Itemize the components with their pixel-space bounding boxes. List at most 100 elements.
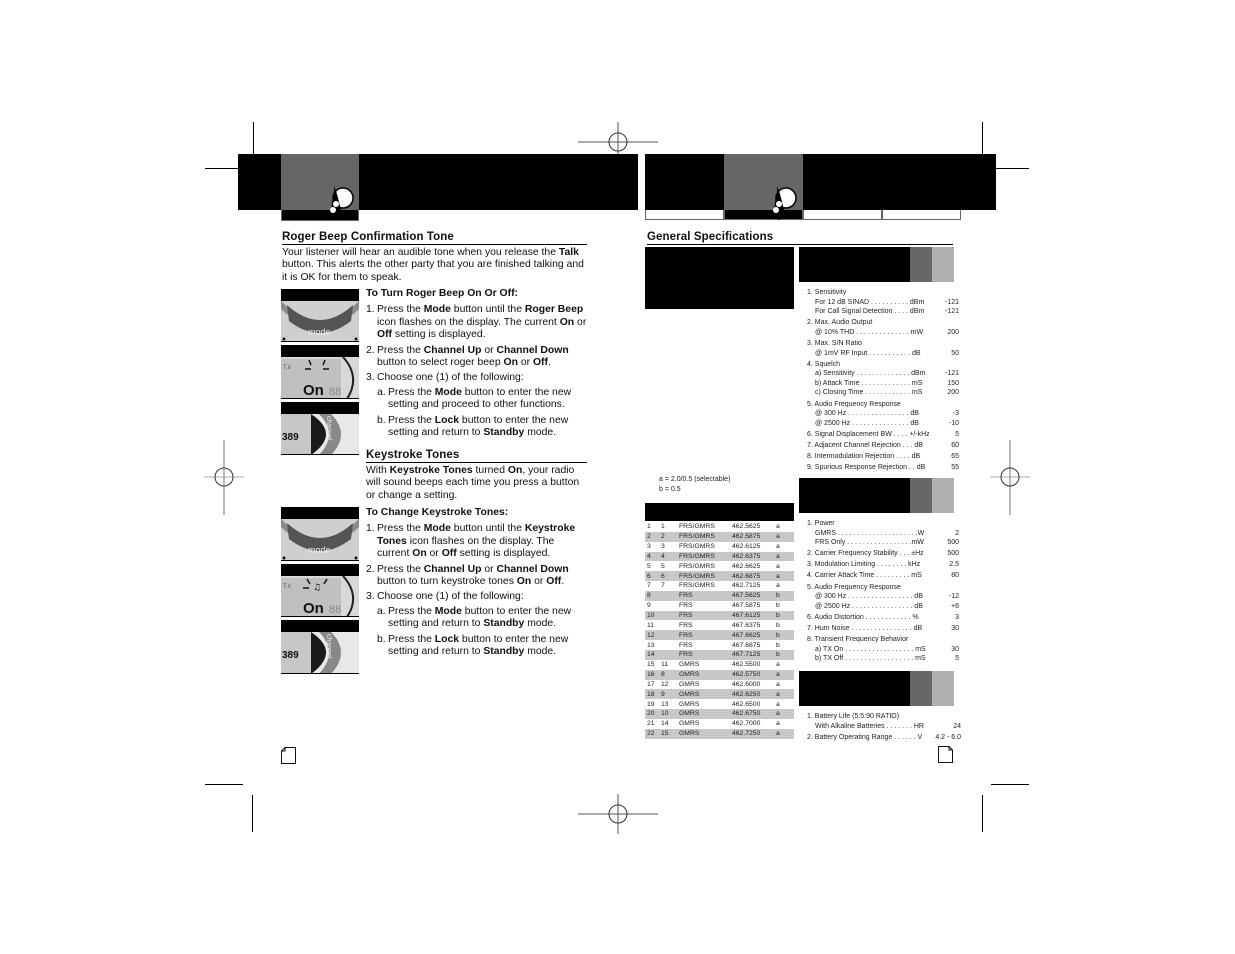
bold-term: On: [516, 576, 532, 588]
spec-value: -10: [948, 419, 959, 427]
channel-row: 12 FRS 467.6625 b: [645, 630, 794, 641]
spec-label: b) Attack Time . . . . . . . . . . . . .…: [815, 379, 923, 387]
text-run: button. This alerts the other party that…: [282, 259, 584, 283]
svg-text:T.ıl: T.ıl: [283, 584, 291, 590]
right-header-tabs: [645, 210, 961, 220]
gmrs-channel: 13: [661, 700, 669, 708]
spec-item: 7. Adjacent Channel Rejection . . . dB 60: [807, 441, 959, 451]
frequency-mhz: 462.7000: [732, 720, 761, 728]
spec-value: 30: [951, 624, 959, 632]
spec-label: @ 2500 Hz . . . . . . . . . . . . . . . …: [815, 419, 919, 427]
bold-term: Lock: [434, 414, 460, 426]
bandwidth-code: a: [774, 669, 794, 680]
spec-row: 3. Modulation Limiting . . . . . . . . k…: [807, 560, 959, 570]
spec-item: 8. Transient Frequency Behavior a) TX On …: [807, 635, 959, 664]
gmrs-channel: 12: [661, 680, 669, 688]
spec-row: 6. Signal Displacement BW . . . . +/-kHz…: [807, 430, 959, 440]
bandwidth-code: b: [774, 590, 794, 601]
spec-label: a) TX On . . . . . . . . . . . . . . . .…: [815, 645, 926, 653]
gmrs-channel: 15: [659, 728, 677, 739]
step-number: 3.: [366, 591, 375, 603]
frequency-mhz: 467.5875: [732, 602, 761, 610]
channel-row: 16 8 GMRS 462.5750 a: [645, 669, 794, 680]
text-run: Press the: [388, 605, 435, 617]
channel-number: 11: [647, 621, 655, 629]
receiver-specs-header: [799, 247, 954, 282]
svg-text:T.ıl: T.ıl: [283, 365, 291, 371]
channel-row: 1 1 FRS/GMRS 462.5625 a: [645, 522, 794, 532]
channel-label: channel: [325, 416, 332, 441]
display-channel-number: 389: [282, 432, 299, 443]
spec-label: For Call Signal Detection . . . . dBm: [815, 308, 925, 316]
frequency-mhz: 467.7125: [730, 649, 774, 660]
spec-row: 2. Carrier Frequency Stability . . . ±Hz…: [807, 549, 959, 559]
bandwidth-code: a: [774, 571, 794, 582]
transmitter-specs-header: [799, 478, 954, 513]
service-type: FRS/GMRS: [679, 562, 715, 570]
spec-title: 4. Squelch: [807, 360, 841, 368]
bold-term: Channel Up: [423, 344, 482, 356]
bandwidth-code: b: [776, 602, 780, 610]
channel-number: 7: [647, 582, 651, 590]
bandwidth-code: a: [774, 531, 794, 542]
spec-row: 9. Spurious Response Rejection . . dB 55: [807, 463, 959, 473]
spec-label: c) Closing Time . . . . . . . . . . . . …: [815, 389, 923, 397]
spec-row: @ 10% THD . . . . . . . . . . . . . . mW…: [807, 328, 959, 338]
bandwidth-code: a: [774, 689, 794, 700]
spec-label: 9. Spurious Response Rejection . . dB: [807, 464, 926, 472]
bandwidth-code: b: [776, 641, 780, 649]
keystroke-display-photo: T.ıl ♫ On 88: [281, 564, 359, 617]
crop-mark: [996, 168, 1029, 169]
frequency-mhz: 462.6000: [732, 680, 761, 688]
bandwidth-code: a: [776, 543, 780, 551]
service-type: FRS: [679, 641, 693, 649]
spec-value: 3: [955, 613, 959, 621]
bold-term: Channel Down: [496, 344, 569, 356]
spec-item: 2. Max. Audio Output @ 10% THD . . . . . …: [807, 318, 959, 337]
spec-value: 200: [947, 328, 959, 336]
service-type: GMRS: [677, 689, 730, 700]
service-type: FRS: [679, 602, 693, 610]
spec-item: 3. Modulation Limiting . . . . . . . . k…: [807, 560, 959, 570]
spec-row: @ 2500 Hz . . . . . . . . . . . . . . . …: [807, 602, 959, 612]
gmrs-channel: 3: [661, 543, 665, 551]
bold-term: Lock: [434, 633, 460, 645]
gmrs-channel: 14: [661, 720, 669, 728]
bold-term: Mode: [423, 523, 451, 535]
channel-number: 1: [647, 523, 651, 531]
spec-label: 3. Modulation Limiting . . . . . . . . k…: [807, 561, 921, 569]
channel-row: 18 9 GMRS 462.6250 a: [645, 689, 794, 700]
step-number: a.: [377, 605, 386, 617]
channel-number: 20: [645, 709, 659, 719]
crop-mark: [205, 784, 243, 785]
spec-label: @ 1mV RF Input . . . . . . . . . . . dB: [815, 349, 921, 357]
bandwidth-code: b: [774, 649, 794, 660]
service-type: FRS/GMRS: [677, 531, 730, 542]
text-run: or: [574, 316, 587, 328]
spec-item: 5. Audio Frequency Response @ 300 Hz . . …: [807, 583, 959, 612]
bold-term: Off: [532, 357, 548, 369]
step-number: 3.: [366, 372, 375, 384]
bold-term: Talk: [558, 247, 579, 258]
text-run: Press the: [388, 633, 435, 645]
display-digits: 88: [329, 386, 341, 398]
step-number: 1.: [366, 304, 375, 316]
frequency-mhz: 462.7250: [730, 728, 774, 739]
frequency-mhz: 467.6625: [730, 630, 774, 641]
channel-row: 21 14 GMRS 462.7000 a: [645, 719, 794, 729]
text-run: Press the: [377, 344, 424, 356]
display-digits: 88: [329, 604, 341, 616]
channel-number: 8: [645, 590, 659, 601]
channel-row: 9 FRS 467.5875 b: [645, 601, 794, 611]
service-type: FRS/GMRS: [677, 571, 730, 582]
bandwidth-code: a: [774, 551, 794, 562]
spec-label: a) Sensitivity . . . . . . . . . . . . .…: [815, 370, 926, 378]
instruction-step: 1. Press the Mode button until the Keystr…: [366, 523, 588, 560]
text-run: button to turn keystroke tones: [377, 576, 517, 588]
text-run: Press the: [377, 523, 424, 535]
registration-mark: [204, 440, 244, 515]
bandwidth-code: b: [776, 621, 780, 629]
bold-term: On: [503, 357, 518, 369]
roger-beep-substeps: a. Press the Mode button to enter the new…: [366, 387, 588, 440]
channel-number: 2: [645, 531, 659, 542]
